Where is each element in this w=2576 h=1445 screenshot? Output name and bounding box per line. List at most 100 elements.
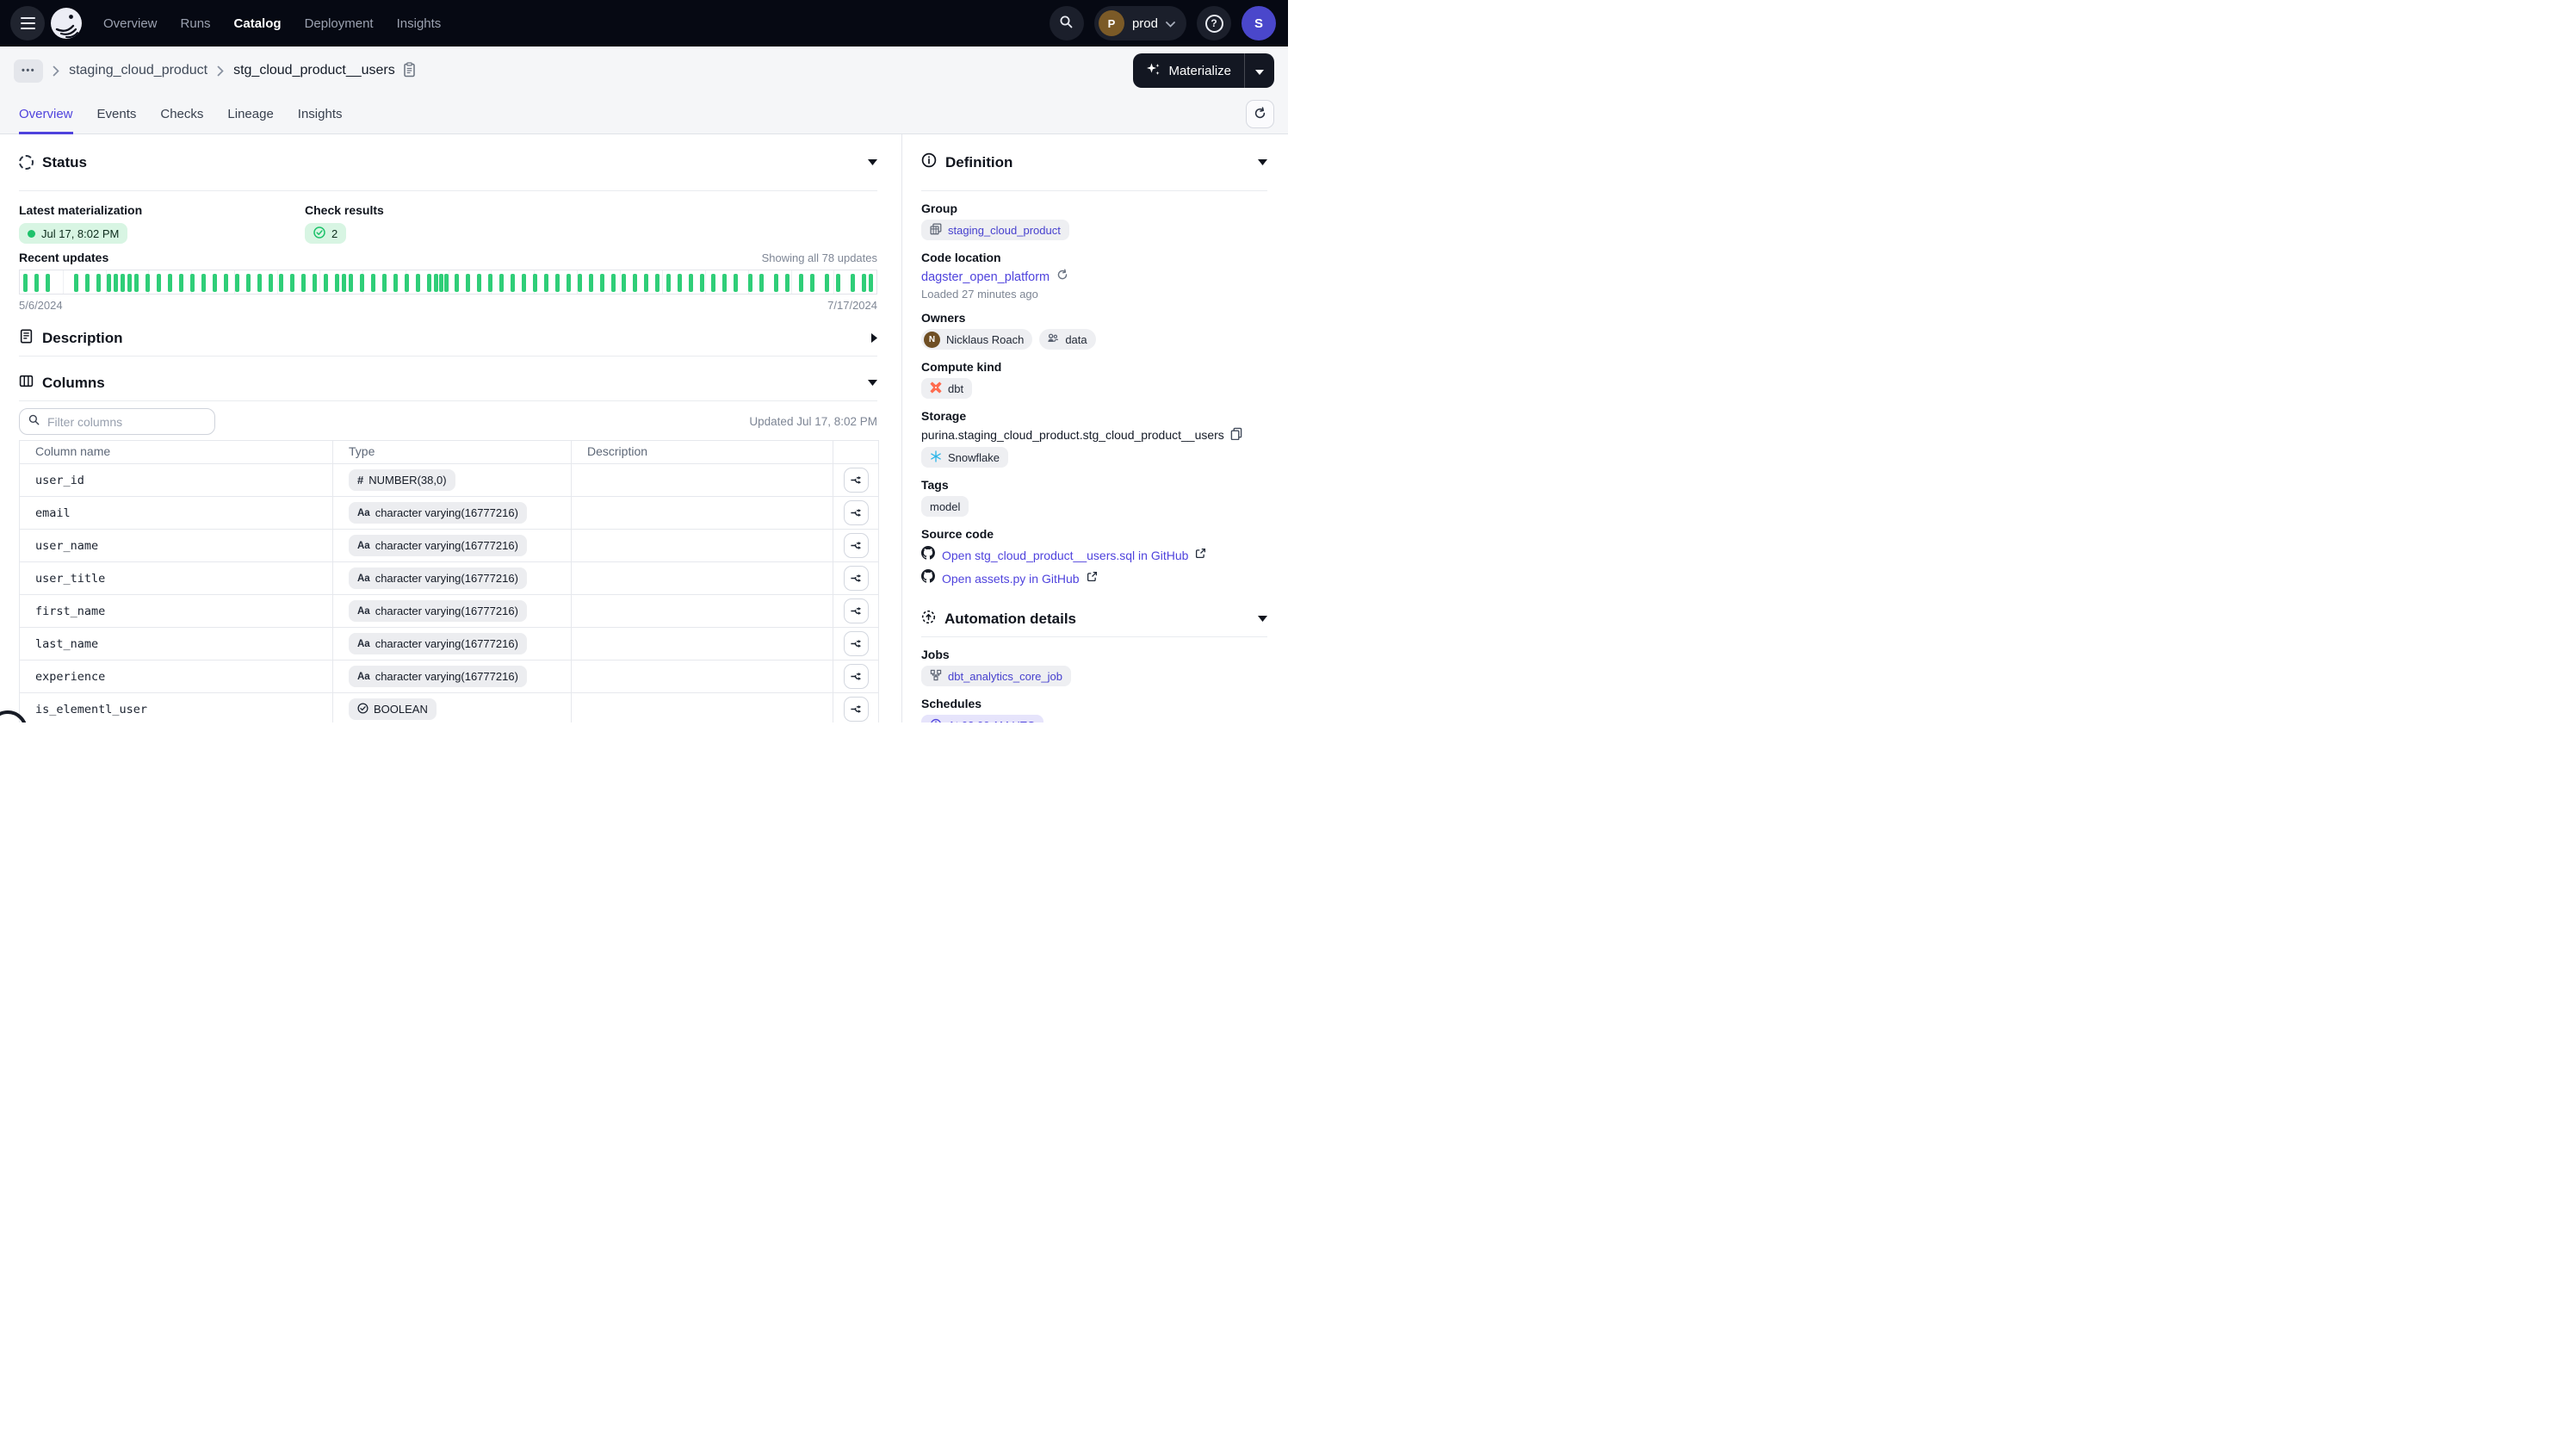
tab-insights[interactable]: Insights <box>298 95 343 134</box>
update-tick[interactable] <box>246 274 251 292</box>
update-tick[interactable] <box>644 274 648 292</box>
update-tick[interactable] <box>107 274 111 292</box>
update-tick[interactable] <box>711 274 715 292</box>
compute-kind-chip[interactable]: dbt <box>921 378 972 399</box>
update-tick[interactable] <box>455 274 459 292</box>
column-lineage-button[interactable] <box>844 468 869 493</box>
update-tick[interactable] <box>799 274 803 292</box>
update-tick[interactable] <box>342 274 346 292</box>
nav-item-catalog[interactable]: Catalog <box>234 16 282 31</box>
column-lineage-button[interactable] <box>844 631 869 656</box>
source-link-sql[interactable]: Open stg_cloud_product__users.sql in Git… <box>942 549 1188 562</box>
update-tick[interactable] <box>567 274 571 292</box>
update-tick[interactable] <box>748 274 752 292</box>
deployment-switcher[interactable]: P prod <box>1094 6 1186 40</box>
user-avatar[interactable]: S <box>1242 6 1276 40</box>
update-tick[interactable] <box>439 274 443 292</box>
update-tick[interactable] <box>578 274 582 292</box>
update-tick[interactable] <box>678 274 682 292</box>
update-tick[interactable] <box>371 274 375 292</box>
update-tick[interactable] <box>134 274 139 292</box>
refresh-button[interactable] <box>1246 100 1274 128</box>
update-tick[interactable] <box>734 274 738 292</box>
update-tick[interactable] <box>416 274 420 292</box>
update-tick[interactable] <box>499 274 504 292</box>
update-tick[interactable] <box>279 274 283 292</box>
update-tick[interactable] <box>544 274 548 292</box>
update-tick[interactable] <box>85 274 90 292</box>
update-tick[interactable] <box>589 274 593 292</box>
update-tick[interactable] <box>655 274 659 292</box>
update-tick[interactable] <box>168 274 172 292</box>
column-lineage-button[interactable] <box>844 566 869 591</box>
update-tick[interactable] <box>121 274 125 292</box>
update-tick[interactable] <box>836 274 840 292</box>
update-tick[interactable] <box>862 274 866 292</box>
update-tick[interactable] <box>201 274 206 292</box>
update-tick[interactable] <box>324 274 328 292</box>
tab-checks[interactable]: Checks <box>160 95 203 134</box>
update-tick[interactable] <box>382 274 387 292</box>
code-location-link[interactable]: dagster_open_platform <box>921 270 1050 284</box>
update-tick[interactable] <box>257 274 262 292</box>
update-tick[interactable] <box>301 274 306 292</box>
update-tick[interactable] <box>179 274 183 292</box>
schedule-chip[interactable]: At 03:00 AM UTC <box>921 715 1043 722</box>
update-tick[interactable] <box>114 274 118 292</box>
breadcrumb-ellipsis-button[interactable]: ••• <box>14 59 43 83</box>
job-chip[interactable]: dbt_analytics_core_job <box>921 666 1071 686</box>
tag-chip[interactable]: model <box>921 496 969 517</box>
update-tick[interactable] <box>633 274 637 292</box>
column-lineage-button[interactable] <box>844 664 869 689</box>
nav-item-overview[interactable]: Overview <box>103 16 158 31</box>
columns-section-header[interactable]: Columns <box>19 365 877 401</box>
nav-item-runs[interactable]: Runs <box>181 16 211 31</box>
latest-materialization-pill[interactable]: Jul 17, 8:02 PM <box>19 223 127 244</box>
update-tick[interactable] <box>759 274 764 292</box>
update-tick[interactable] <box>335 274 339 292</box>
update-tick[interactable] <box>522 274 526 292</box>
update-tick[interactable] <box>393 274 398 292</box>
update-tick[interactable] <box>611 274 616 292</box>
update-tick[interactable] <box>224 274 228 292</box>
column-lineage-button[interactable] <box>844 500 869 525</box>
update-tick[interactable] <box>190 274 195 292</box>
column-lineage-button[interactable] <box>844 598 869 623</box>
status-section-header[interactable]: Status <box>19 134 877 191</box>
owner-user-chip[interactable]: N Nicklaus Roach <box>921 329 1032 350</box>
update-tick[interactable] <box>146 274 150 292</box>
owner-team-chip[interactable]: data <box>1039 329 1095 350</box>
breadcrumb-group-link[interactable]: staging_cloud_product <box>69 63 207 78</box>
column-lineage-button[interactable] <box>844 533 869 558</box>
update-tick[interactable] <box>785 274 790 292</box>
update-tick[interactable] <box>666 274 671 292</box>
tab-overview[interactable]: Overview <box>19 95 73 134</box>
group-chip[interactable]: staging_cloud_product <box>921 220 1069 240</box>
reload-icon[interactable] <box>1056 269 1068 285</box>
update-tick[interactable] <box>235 274 239 292</box>
update-tick[interactable] <box>427 274 431 292</box>
update-tick[interactable] <box>774 274 778 292</box>
update-tick[interactable] <box>555 274 560 292</box>
tab-events[interactable]: Events <box>97 95 137 134</box>
update-tick[interactable] <box>127 274 132 292</box>
update-tick[interactable] <box>360 274 364 292</box>
hamburger-menu-button[interactable] <box>10 6 45 40</box>
automation-section-header[interactable]: Automation details <box>921 601 1267 637</box>
update-tick[interactable] <box>533 274 537 292</box>
update-tick[interactable] <box>600 274 604 292</box>
tab-lineage[interactable]: Lineage <box>227 95 273 134</box>
update-tick[interactable] <box>290 274 294 292</box>
update-tick[interactable] <box>34 274 39 292</box>
update-tick[interactable] <box>157 274 161 292</box>
materialize-dropdown-button[interactable] <box>1244 53 1274 88</box>
update-tick[interactable] <box>434 274 438 292</box>
update-tick[interactable] <box>488 274 492 292</box>
update-tick[interactable] <box>313 274 317 292</box>
update-tick[interactable] <box>269 274 273 292</box>
copy-icon[interactable] <box>1230 427 1242 443</box>
update-tick[interactable] <box>466 274 470 292</box>
column-lineage-button[interactable] <box>844 697 869 722</box>
dagster-logo-icon[interactable] <box>50 7 83 40</box>
update-tick[interactable] <box>722 274 727 292</box>
